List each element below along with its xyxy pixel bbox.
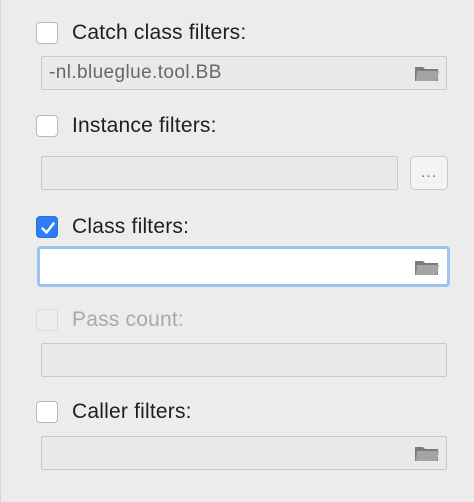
class-filters-label: Class filters: [72, 215, 190, 238]
caller-filters-checkbox[interactable] [36, 401, 58, 423]
catch-class-filters-value: -nl.blueglue.tool.BB [49, 62, 222, 83]
class-filters-checkbox[interactable] [36, 216, 58, 238]
catch-class-filters-field[interactable]: -nl.blueglue.tool.BB [41, 56, 447, 90]
folder-icon[interactable] [414, 63, 440, 83]
folder-icon[interactable] [414, 443, 440, 463]
instance-filters-browse-button[interactable]: ... [410, 156, 448, 190]
catch-class-filters-row: Catch class filters: [0, 18, 474, 48]
instance-filters-row: Instance filters: [0, 111, 474, 141]
class-filters-row: Class filters: [0, 212, 474, 242]
caller-filters-row: Caller filters: [0, 397, 474, 427]
catch-class-filters-checkbox[interactable] [36, 22, 58, 44]
instance-filters-label: Instance filters: [72, 114, 217, 137]
pass-count-row: Pass count: [0, 305, 474, 335]
checkmark-icon [41, 222, 55, 234]
pass-count-label: Pass count: [72, 308, 184, 331]
class-filters-field[interactable] [37, 246, 450, 287]
caller-filters-field[interactable] [41, 436, 447, 470]
catch-class-filters-label: Catch class filters: [72, 21, 247, 44]
folder-icon[interactable] [414, 257, 440, 277]
pass-count-checkbox[interactable] [36, 309, 58, 331]
instance-filters-checkbox[interactable] [36, 115, 58, 137]
caller-filters-label: Caller filters: [72, 400, 192, 423]
pass-count-field[interactable] [41, 343, 447, 377]
instance-filters-field[interactable] [41, 156, 398, 190]
